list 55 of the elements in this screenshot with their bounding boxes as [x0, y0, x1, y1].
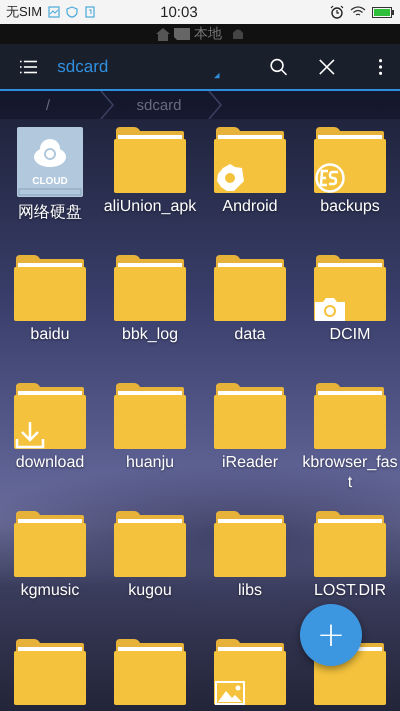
- file-name[interactable]: 网络硬盘: [2, 203, 98, 223]
- folder-icon[interactable]: [14, 383, 86, 449]
- file-name[interactable]: LOST.DIR: [302, 581, 398, 601]
- file-name[interactable]: kbrowser_fast: [302, 453, 398, 493]
- location-label[interactable]: 本地: [194, 25, 222, 43]
- file-name[interactable]: kgmusic: [2, 581, 98, 601]
- folder-icon[interactable]: [314, 511, 386, 577]
- menu-icon[interactable]: [20, 58, 38, 76]
- folder-title[interactable]: sdcard: [57, 56, 108, 76]
- dropdown-icon[interactable]: [214, 72, 220, 79]
- folder-icon[interactable]: [314, 127, 386, 193]
- file-name[interactable]: Android: [202, 197, 298, 217]
- folder-icon[interactable]: [114, 383, 186, 449]
- es-logo-icon: [315, 163, 345, 193]
- file-name[interactable]: baidu: [2, 325, 98, 345]
- file-name[interactable]: DCIM: [302, 325, 398, 345]
- file-name[interactable]: iReader: [202, 453, 298, 473]
- image-icon: [48, 6, 60, 18]
- clock-time: 10:03: [160, 4, 198, 20]
- folder-icon[interactable]: [114, 511, 186, 577]
- file-name[interactable]: data: [202, 325, 298, 345]
- wifi-icon: [350, 6, 366, 18]
- file-name[interactable]: download: [2, 453, 98, 473]
- file-name[interactable]: aliUnion_apk: [102, 197, 198, 217]
- folder-icon[interactable]: [14, 255, 86, 321]
- folder-icon[interactable]: [114, 255, 186, 321]
- gear-icon: [215, 163, 245, 193]
- folder-icon[interactable]: [114, 639, 186, 705]
- alarm-icon: [330, 5, 344, 19]
- folder-icon[interactable]: [114, 127, 186, 193]
- cloud-caption: CLOUD: [32, 176, 68, 187]
- file-name[interactable]: bbk_log: [102, 325, 198, 345]
- home-icon[interactable]: [156, 28, 170, 40]
- chevron-icon: [100, 91, 114, 119]
- shield-icon: [66, 6, 78, 18]
- camera-icon: [315, 297, 345, 321]
- image-icon: [215, 681, 245, 705]
- download-icon: [15, 421, 45, 449]
- file-name[interactable]: kugou: [102, 581, 198, 601]
- carrier-text: 无SIM: [6, 3, 42, 21]
- folder-icon[interactable]: [214, 511, 286, 577]
- folder-icon[interactable]: [214, 383, 286, 449]
- file-name[interactable]: backups: [302, 197, 398, 217]
- folder-icon[interactable]: [14, 511, 86, 577]
- folder-icon[interactable]: [14, 639, 86, 705]
- folder-icon[interactable]: [314, 383, 386, 449]
- close-icon[interactable]: [319, 56, 335, 76]
- folder-icon[interactable]: [214, 255, 286, 321]
- chevron-icon: [208, 91, 222, 119]
- file-name[interactable]: huanju: [102, 453, 198, 473]
- battery-icon: [372, 6, 394, 18]
- file-name[interactable]: libs: [202, 581, 298, 601]
- document-icon: [84, 6, 96, 18]
- cloud-drive-icon[interactable]: [17, 127, 83, 199]
- more-icon[interactable]: [378, 56, 382, 76]
